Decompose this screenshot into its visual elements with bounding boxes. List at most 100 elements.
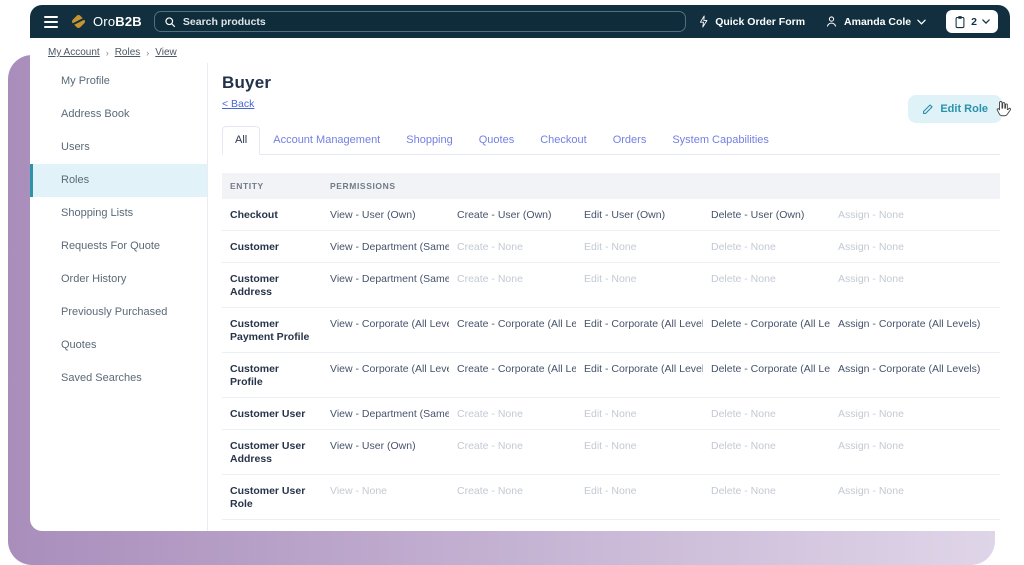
permission-cell: View - Corporate (All Levels) — [322, 520, 449, 532]
permission-cell: View - Department (Same Le… — [322, 231, 449, 263]
permission-cell: View - User (Own) — [322, 430, 449, 475]
permission-cell: Assign - Corporate (All Levels) — [830, 353, 1000, 398]
breadcrumb-my-account[interactable]: My Account — [48, 47, 100, 58]
top-bar: OroB2B Quick Order Form — [30, 5, 1010, 38]
permission-cell: Edit - None — [576, 475, 703, 520]
table-row[interactable]: Customer User RoleView - NoneCreate - No… — [222, 475, 1000, 520]
sidebar-item-shopping-lists[interactable]: Shopping Lists — [30, 197, 207, 230]
permission-cell: Delete - None — [703, 430, 830, 475]
table-row[interactable]: Grid ViewView - Corporate (All Levels)Cr… — [222, 520, 1000, 532]
permission-cell: Create - User (Own) — [449, 199, 576, 231]
search-input[interactable] — [183, 16, 676, 28]
page-title: Buyer — [222, 73, 1000, 93]
sidebar-item-previously-purchased[interactable]: Previously Purchased — [30, 296, 207, 329]
back-link[interactable]: < Back — [222, 98, 254, 110]
quick-order-form-link[interactable]: Quick Order Form — [698, 15, 805, 28]
hamburger-menu-icon[interactable] — [44, 16, 58, 28]
permission-cell: Create - Corporate (All Levels) — [449, 520, 576, 532]
permission-cell: Create - Corporate (All Levels) — [449, 353, 576, 398]
edit-role-label: Edit Role — [940, 103, 988, 115]
tab-account-management[interactable]: Account Management — [260, 126, 393, 155]
tab-quotes[interactable]: Quotes — [466, 126, 527, 155]
cart-button[interactable]: 2 — [946, 10, 998, 33]
lightning-icon — [698, 15, 709, 28]
sidebar-item-requests-for-quote[interactable]: Requests For Quote — [30, 230, 207, 263]
permission-cell: Create - Corporate (All Levels) — [449, 308, 576, 353]
permissions-table: Entity Permissions CheckoutView - User (… — [222, 173, 1000, 531]
sidebar-item-order-history[interactable]: Order History — [30, 263, 207, 296]
permission-cell: Create - None — [449, 263, 576, 308]
edit-role-button[interactable]: Edit Role — [908, 95, 1002, 123]
sidebar-item-roles[interactable]: Roles — [30, 164, 207, 197]
tab-shopping[interactable]: Shopping — [393, 126, 466, 155]
permission-cell: Assign - Corporate (All Levels) — [830, 308, 1000, 353]
table-row[interactable]: CustomerView - Department (Same Le…Creat… — [222, 231, 1000, 263]
table-row[interactable]: Customer AddressView - Department (Same … — [222, 263, 1000, 308]
entity-cell: Customer Address — [222, 263, 322, 308]
page-body: My ProfileAddress BookUsersRolesShopping… — [30, 63, 1010, 531]
table-row[interactable]: CheckoutView - User (Own)Create - User (… — [222, 199, 1000, 231]
permission-cell: Edit - None — [576, 430, 703, 475]
permissions-table-body: CheckoutView - User (Own)Create - User (… — [222, 199, 1000, 531]
sidebar-item-my-profile[interactable]: My Profile — [30, 65, 207, 98]
breadcrumb-view[interactable]: View — [155, 47, 177, 58]
breadcrumb-separator: › — [146, 48, 149, 58]
permission-cell: Delete - None — [703, 475, 830, 520]
permission-cell: View - Corporate (All Levels) — [322, 353, 449, 398]
permission-cell: Assign - None — [830, 263, 1000, 308]
breadcrumb-roles[interactable]: Roles — [115, 47, 141, 58]
permission-cell: Edit - Corporate (All Levels) — [576, 353, 703, 398]
product-search[interactable] — [154, 11, 686, 32]
permission-cell: Delete - Corporate (All Levels) — [703, 308, 830, 353]
tab-orders[interactable]: Orders — [600, 126, 660, 155]
oro-diamond-icon — [70, 13, 87, 30]
permission-cell: Delete - Corporate (All Levels) — [703, 520, 830, 532]
entity-cell: Customer Payment Profile — [222, 308, 322, 353]
permission-cell: Create - None — [449, 398, 576, 430]
table-row[interactable]: Customer User AddressView - User (Own)Cr… — [222, 430, 1000, 475]
search-icon — [164, 16, 176, 28]
sidebar-item-saved-searches[interactable]: Saved Searches — [30, 362, 207, 395]
tab-checkout[interactable]: Checkout — [527, 126, 599, 155]
permission-cell: View - Department (Same Le… — [322, 398, 449, 430]
permission-cell: Create - None — [449, 231, 576, 263]
user-icon — [825, 15, 838, 28]
permission-cell: Assign - None — [830, 231, 1000, 263]
sidebar-item-users[interactable]: Users — [30, 131, 207, 164]
cart-count: 2 — [971, 16, 977, 28]
topbar-actions: Quick Order Form Amanda Cole — [698, 10, 998, 33]
table-row[interactable]: Customer Payment ProfileView - Corporate… — [222, 308, 1000, 353]
table-row[interactable]: Customer ProfileView - Corporate (All Le… — [222, 353, 1000, 398]
tab-system-capabilities[interactable]: System Capabilities — [659, 126, 782, 155]
permission-cell: View - Department (Same Le… — [322, 263, 449, 308]
sidebar-item-address-book[interactable]: Address Book — [30, 98, 207, 131]
permission-cell: Delete - None — [703, 231, 830, 263]
chevron-down-icon — [917, 19, 926, 25]
pencil-icon — [922, 103, 934, 115]
permission-cell: Assign - None — [830, 398, 1000, 430]
sidebar-nav: My ProfileAddress BookUsersRolesShopping… — [30, 63, 208, 531]
permission-cell: Assign - None — [830, 430, 1000, 475]
permission-cell: Delete - User (Own) — [703, 199, 830, 231]
user-name: Amanda Cole — [844, 16, 911, 28]
sidebar-item-quotes[interactable]: Quotes — [30, 329, 207, 362]
breadcrumb: My Account › Roles › View — [30, 38, 1010, 63]
permission-tabs: AllAccount ManagementShoppingQuotesCheck… — [222, 126, 1000, 155]
orob2b-logo[interactable]: OroB2B — [70, 13, 142, 30]
permission-cell: Delete - Corporate (All Levels) — [703, 353, 830, 398]
permission-cell: View - User (Own) — [322, 199, 449, 231]
tab-all[interactable]: All — [222, 126, 260, 155]
permission-cell: Create - None — [449, 475, 576, 520]
entity-cell: Customer Profile — [222, 353, 322, 398]
permission-cell: Edit - None — [576, 231, 703, 263]
permission-cell: Edit - None — [576, 398, 703, 430]
permission-cell: Edit - Corporate (All Levels) — [576, 520, 703, 532]
entity-cell: Customer User Role — [222, 475, 322, 520]
table-row[interactable]: Customer UserView - Department (Same Le…… — [222, 398, 1000, 430]
permission-cell: View - Corporate (All Levels) — [322, 308, 449, 353]
logo-text: OroB2B — [93, 14, 142, 29]
permission-cell: Delete - None — [703, 398, 830, 430]
entity-cell: Customer — [222, 231, 322, 263]
user-menu[interactable]: Amanda Cole — [825, 15, 926, 28]
permission-cell: Edit - Corporate (All Levels) — [576, 308, 703, 353]
